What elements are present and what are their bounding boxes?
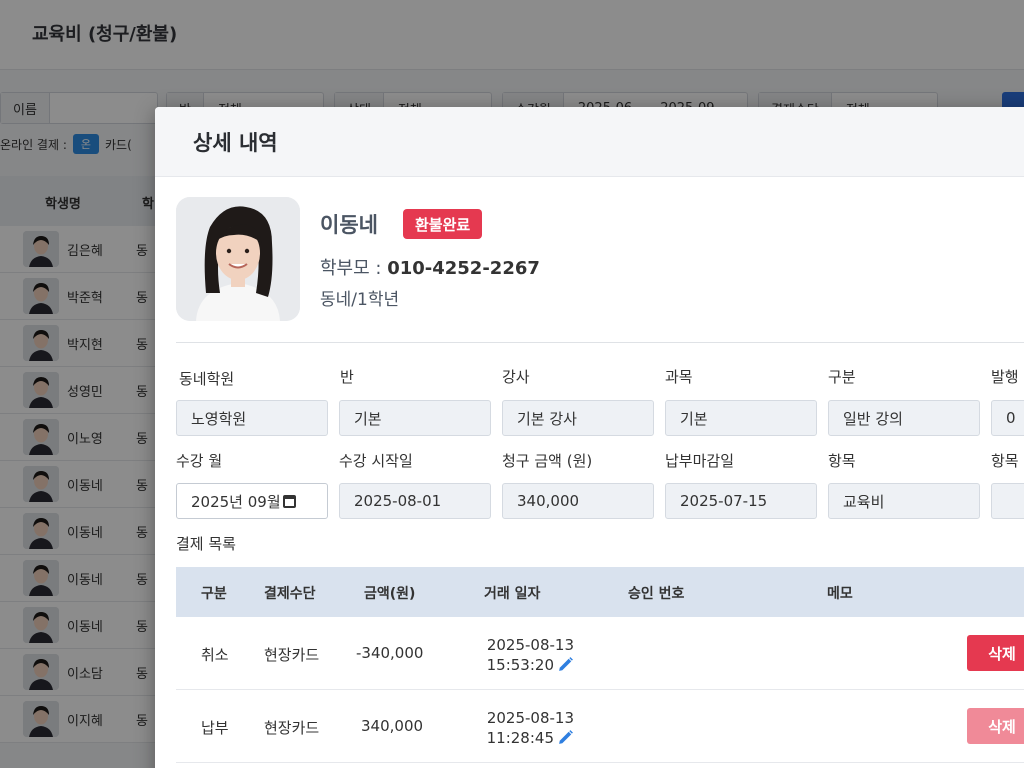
modal-header: 상세 내역 (155, 107, 1024, 177)
detail-modal: 상세 내역 이동네 환불완료 학부모 : 010-4252-2267 동네/1학… (155, 107, 1024, 768)
field-label-item-2: 항목 (991, 452, 1019, 470)
item-field-2 (991, 483, 1024, 519)
payment-time: 15:53:20 (486, 656, 554, 674)
calendar-icon[interactable] (282, 494, 296, 508)
modal-title: 상세 내역 (193, 131, 278, 155)
academy-field: 노영학원 (176, 400, 328, 436)
item-field: 교육비 (828, 483, 980, 519)
payments-table-header: 구분 결제수단 금액(원) 거래 일자 승인 번호 메모 (176, 567, 1024, 617)
payment-method: 현장카드 (264, 719, 320, 737)
parent-label: 학부모 : (320, 258, 388, 279)
payments-title: 결제 목록 (176, 535, 236, 553)
field-label-teacher: 강사 (502, 368, 530, 386)
pencil-icon[interactable] (557, 729, 574, 746)
field-label-class: 반 (340, 368, 354, 386)
class-info: 동네/1학년 (320, 290, 400, 310)
payment-row: 취소 현장카드 -340,000 2025-08-13 15:53:20 삭제 (176, 617, 1024, 690)
student-photo-icon (176, 197, 300, 321)
teacher-field: 기본 강사 (502, 400, 654, 436)
header-method: 결제수단 (264, 586, 316, 602)
header-date: 거래 일자 (484, 586, 541, 602)
category-field: 일반 강의 (828, 400, 980, 436)
delete-button[interactable]: 삭제 (967, 708, 1024, 744)
header-memo: 메모 (827, 586, 853, 602)
status-badge: 환불완료 (403, 209, 483, 239)
payment-type: 납부 (201, 719, 229, 737)
payment-method: 현장카드 (264, 646, 320, 664)
pencil-icon[interactable] (557, 656, 574, 673)
delete-button[interactable]: 삭제 (967, 635, 1024, 671)
month-picker-value: 2025년 09월 (191, 492, 281, 511)
field-label-issue: 발행 (991, 368, 1019, 386)
payments-table: 구분 결제수단 금액(원) 거래 일자 승인 번호 메모 취소 현장카드 -34… (176, 567, 1024, 763)
payment-datetime: 2025-08-13 11:28:45 (469, 708, 574, 748)
student-profile: 이동네 환불완료 학부모 : 010-4252-2267 동네/1학년 (176, 197, 1024, 323)
field-label-academy: 동네학원 (179, 370, 235, 388)
subject-field: 기본 (665, 400, 817, 436)
parent-phone: 010-4252-2267 (387, 258, 540, 279)
payment-amount: -340,000 (356, 644, 424, 662)
start-date-field: 2025-08-01 (339, 483, 491, 519)
amount-field: 340,000 (502, 483, 654, 519)
payment-row: 납부 현장카드 340,000 2025-08-13 11:28:45 삭제 (176, 690, 1024, 763)
due-date-field: 2025-07-15 (665, 483, 817, 519)
divider (176, 342, 1024, 343)
header-amount: 금액(원) (364, 586, 416, 602)
parent-contact: 학부모 : 010-4252-2267 (320, 254, 540, 280)
header-approval: 승인 번호 (628, 586, 685, 602)
payment-date: 2025-08-13 (486, 709, 574, 727)
field-label-subject: 과목 (665, 368, 693, 386)
header-type: 구분 (201, 586, 227, 602)
field-label-amount: 청구 금액 (원) (502, 452, 593, 470)
payment-datetime: 2025-08-13 15:53:20 (469, 635, 574, 675)
payment-date: 2025-08-13 (486, 636, 574, 654)
field-label-month: 수강 월 (176, 452, 223, 470)
payment-amount: 340,000 (361, 717, 424, 735)
field-label-category: 구분 (828, 368, 856, 386)
field-label-item: 항목 (828, 452, 856, 470)
student-name: 이동네 (320, 213, 378, 237)
field-label-due-date: 납부마감일 (665, 452, 735, 470)
issue-field: 0 (991, 400, 1024, 436)
payment-time: 11:28:45 (486, 729, 554, 747)
class-field: 기본 (339, 400, 491, 436)
payment-type: 취소 (201, 646, 229, 664)
month-picker[interactable]: 2025년 09월 (176, 483, 328, 519)
student-photo (176, 197, 300, 321)
field-label-start-date: 수강 시작일 (339, 452, 413, 470)
